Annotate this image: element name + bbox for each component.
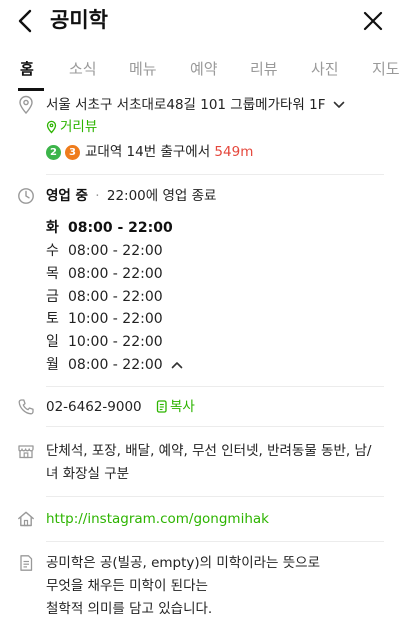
description-line-3: 철학적 의미를 담고 있습니다. xyxy=(46,601,213,617)
hours-row-saturday: 토 10:00 - 22:00 xyxy=(46,310,163,328)
subway-line-badge: 2 xyxy=(46,145,61,160)
time-range: 08:00 - 22:00 xyxy=(68,289,163,305)
day-label: 월 xyxy=(46,357,59,373)
home-icon xyxy=(18,511,34,527)
tab-bar: 홈 소식 메뉴 예약 리뷰 사진 지도 xyxy=(0,52,400,92)
street-view-pin-icon xyxy=(46,120,57,134)
tab-photo[interactable]: 사진 xyxy=(311,59,339,79)
clock-icon xyxy=(18,188,34,204)
store-icon xyxy=(18,445,34,459)
divider xyxy=(46,496,384,497)
hours-row-wednesday: 수 08:00 - 22:00 xyxy=(46,242,163,260)
day-label: 일 xyxy=(46,334,59,350)
close-icon[interactable] xyxy=(360,8,386,34)
facilities-line-2: 녀 화장실 구분 xyxy=(46,466,130,482)
divider xyxy=(46,174,384,175)
location-pin-icon xyxy=(19,95,33,115)
close-time-text: 22:00에 영업 종료 xyxy=(106,188,217,204)
hours-row-tuesday: 화 08:00 - 22:00 xyxy=(46,219,173,237)
time-range: 10:00 - 22:00 xyxy=(68,334,163,350)
day-label: 금 xyxy=(46,289,59,305)
time-range: 08:00 - 22:00 xyxy=(68,266,163,282)
facilities-line-1: 단체석, 포장, 배달, 예약, 무선 인터넷, 반려동물 동반, 남/ xyxy=(46,443,372,459)
separator-dot: · xyxy=(95,188,100,204)
divider xyxy=(46,541,384,542)
day-label: 화 xyxy=(46,220,59,236)
subway-info: 교대역 14번 출구에서 549m xyxy=(85,143,253,161)
tab-news[interactable]: 소식 xyxy=(69,59,97,79)
time-range: 10:00 - 22:00 xyxy=(68,311,163,327)
station-text: 교대역 14번 출구에서 xyxy=(85,144,211,160)
back-chevron-icon[interactable] xyxy=(14,8,38,34)
day-label: 수 xyxy=(46,243,59,259)
day-label: 토 xyxy=(46,311,59,327)
tab-home[interactable]: 홈 xyxy=(20,59,34,79)
tab-reservation[interactable]: 예약 xyxy=(190,59,218,79)
hours-row-friday: 금 08:00 - 22:00 xyxy=(46,288,163,306)
hours-row-monday: 월 08:00 - 22:00 xyxy=(46,356,183,374)
active-tab-indicator xyxy=(18,88,44,91)
hours-row-sunday: 일 10:00 - 22:00 xyxy=(46,333,163,351)
hours-row-thursday: 목 08:00 - 22:00 xyxy=(46,265,163,283)
description-line-1: 공미학은 공(빌공, empty)의 미학이라는 뜻으로 xyxy=(46,555,321,571)
tab-menu[interactable]: 메뉴 xyxy=(129,59,157,79)
time-range: 08:00 - 22:00 xyxy=(68,220,173,236)
description-line-2: 무엇을 채우든 미학이 된다는 xyxy=(46,578,208,594)
address-row[interactable]: 서울 서초구 서초대로48길 101 그룹메가타워 1F xyxy=(46,96,345,114)
street-view-link[interactable]: 거리뷰 xyxy=(60,118,97,136)
day-label: 목 xyxy=(46,266,59,282)
website-link[interactable]: http://instagram.com/gongmihak xyxy=(46,510,269,528)
page-title: 공미학 xyxy=(50,8,108,32)
hours-status-row[interactable]: 영업 중 · 22:00에 영업 종료 xyxy=(46,187,216,205)
divider xyxy=(46,426,384,427)
copy-icon[interactable] xyxy=(155,400,167,414)
chevron-up-icon[interactable] xyxy=(171,360,183,370)
time-range: 08:00 - 22:00 xyxy=(68,243,163,259)
copy-button[interactable]: 복사 xyxy=(170,398,195,416)
time-range: 08:00 - 22:00 xyxy=(68,357,163,373)
document-icon xyxy=(20,555,33,571)
divider xyxy=(46,386,384,387)
subway-line-badge: 3 xyxy=(65,145,80,160)
distance-text: 549m xyxy=(214,144,254,160)
open-status: 영업 중 xyxy=(46,188,88,204)
tab-review[interactable]: 리뷰 xyxy=(250,59,278,79)
phone-icon xyxy=(18,399,34,415)
phone-number[interactable]: 02-6462-9000 xyxy=(46,398,142,416)
chevron-down-icon[interactable] xyxy=(333,100,345,110)
address-text: 서울 서초구 서초대로48길 101 그룹메가타워 1F xyxy=(46,97,326,113)
tab-map[interactable]: 지도 xyxy=(372,59,400,79)
header-bar: 공미학 xyxy=(0,0,400,46)
